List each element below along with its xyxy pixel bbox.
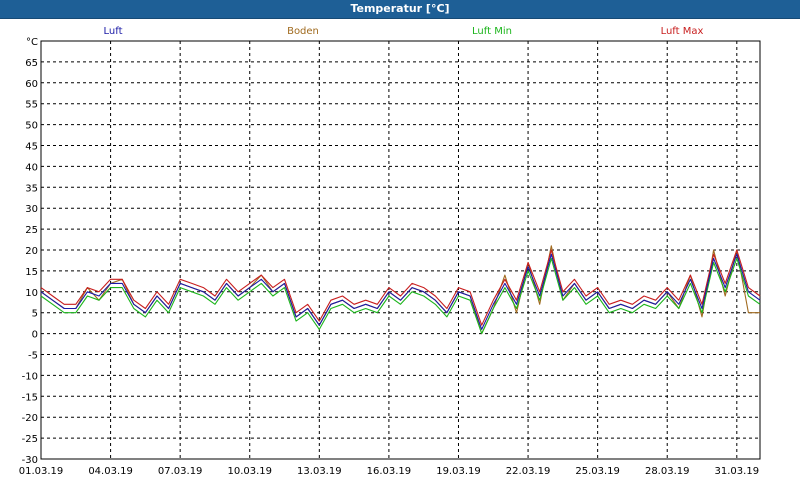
x-tick-label: 07.03.19	[158, 466, 203, 477]
y-tick-label: -25	[22, 434, 38, 445]
x-tick-label: 04.03.19	[88, 466, 133, 477]
legend-item-boden: Boden	[287, 26, 319, 37]
y-tick-label: -30	[22, 455, 38, 466]
y-tick-labels: 65605550454035302520151050-5-10-15-20-25…	[22, 37, 38, 466]
series-line-luft-max	[40, 249, 761, 326]
y-tick-label: 45	[25, 142, 38, 153]
grid	[41, 41, 760, 460]
y-tick-label: 25	[25, 225, 38, 236]
x-tick-label: 19.03.19	[436, 466, 481, 477]
x-tick-labels: 01.03.19 04.03.19 07.03.19 10.03.19 13.03.19…	[19, 466, 759, 477]
y-unit-label: °C	[26, 37, 38, 48]
legend-item-luft-max: Luft Max	[661, 26, 704, 37]
x-tick-label: 28.03.19	[645, 466, 690, 477]
legend-item-luft: Luft	[104, 26, 123, 37]
y-tick-label: 0	[32, 330, 38, 341]
x-tick-label: 31.03.19	[715, 466, 760, 477]
y-tick-label: 50	[25, 121, 38, 132]
chart-area: 65 60 55 50 45 40 35 30 25 20 15 10 5 0 -5 -10 -15 -20 -25…	[0, 19, 800, 500]
temperature-chart: 65605550454035302520151050-5-10-15-20-25…	[19, 26, 761, 477]
x-tick-label: 01.03.19	[19, 466, 64, 477]
axes	[40, 40, 761, 460]
y-tick-label: -15	[22, 392, 38, 403]
x-tick-label: 10.03.19	[227, 466, 272, 477]
y-tick-label: 5	[32, 309, 38, 320]
y-tick-label: 65	[25, 58, 38, 69]
y-tick-label: 15	[25, 267, 38, 278]
legend-item-luft-min: Luft Min	[472, 26, 512, 37]
series-line-luft	[40, 253, 761, 330]
y-tick-label: -20	[22, 413, 38, 424]
y-tick-label: -5	[28, 351, 38, 362]
plot-border	[40, 40, 761, 460]
y-tick-label: 10	[25, 288, 38, 299]
y-tick-label: 40	[25, 162, 38, 173]
y-tick-label: 60	[25, 79, 38, 90]
x-tick-label: 22.03.19	[506, 466, 551, 477]
y-tick-label: 30	[25, 204, 38, 215]
chart-title-bar: Temperatur [°C]	[0, 0, 800, 19]
y-tick-label: 20	[25, 246, 38, 257]
legend: Luft Boden Luft Min Luft Max	[104, 26, 704, 37]
x-tick-label: 13.03.19	[297, 466, 342, 477]
series-lines	[40, 245, 761, 335]
chart-title: Temperatur [°C]	[350, 2, 450, 15]
y-tick-label: 55	[25, 100, 38, 111]
x-tick-label: 25.03.19	[575, 466, 620, 477]
series-line-boden	[40, 245, 760, 335]
x-tick-label: 16.03.19	[367, 466, 412, 477]
y-tick-label: 35	[25, 183, 38, 194]
y-tick-label: -10	[22, 371, 38, 382]
